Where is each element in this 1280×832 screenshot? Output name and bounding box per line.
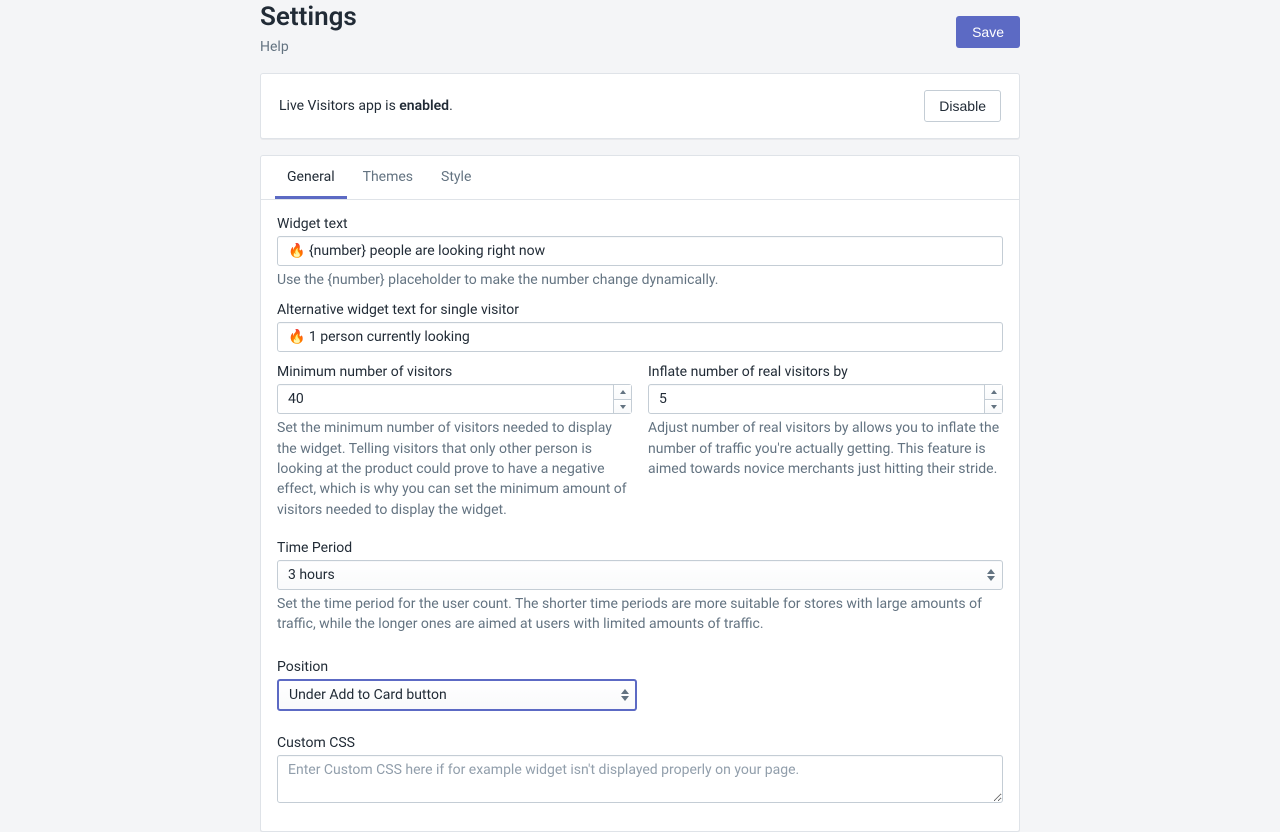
position-label: Position	[277, 659, 1003, 675]
alt-text-label: Alternative widget text for single visit…	[277, 302, 1003, 318]
position-select[interactable]: Under Add to Card button	[277, 679, 637, 711]
page-title: Settings	[260, 2, 357, 33]
tab-general[interactable]: General	[275, 156, 347, 199]
min-visitors-input[interactable]	[277, 384, 632, 414]
field-position: Position Under Add to Card button	[277, 659, 1003, 711]
inflate-input[interactable]	[648, 384, 1003, 414]
field-min-visitors: Minimum number of visitors Set the minim…	[277, 364, 632, 519]
inflate-label: Inflate number of real visitors by	[648, 364, 1003, 380]
app-status-text: Live Visitors app is enabled.	[279, 98, 453, 114]
disable-button[interactable]: Disable	[924, 90, 1001, 122]
min-visitors-down[interactable]	[614, 400, 631, 414]
help-link[interactable]: Help	[260, 39, 289, 55]
min-visitors-label: Minimum number of visitors	[277, 364, 632, 380]
field-custom-css: Custom CSS	[277, 735, 1003, 807]
time-period-help: Set the time period for the user count. …	[277, 594, 1003, 635]
custom-css-input[interactable]	[277, 755, 1003, 803]
inflate-up[interactable]	[985, 385, 1002, 400]
widget-text-help: Use the {number} placeholder to make the…	[277, 270, 1003, 290]
row-numbers: Minimum number of visitors Set the minim…	[277, 364, 1003, 527]
tabs: General Themes Style	[261, 156, 1019, 200]
save-button[interactable]: Save	[956, 16, 1020, 48]
status-card: Live Visitors app is enabled. Disable	[260, 73, 1020, 139]
status-suffix: .	[449, 98, 453, 114]
tab-themes[interactable]: Themes	[351, 156, 425, 199]
field-inflate: Inflate number of real visitors by Adjus…	[648, 364, 1003, 519]
time-period-label: Time Period	[277, 540, 1003, 556]
widget-text-label: Widget text	[277, 216, 1003, 232]
status-state: enabled	[399, 98, 449, 114]
settings-card: General Themes Style Widget text Use the…	[260, 155, 1020, 831]
min-visitors-up[interactable]	[614, 385, 631, 400]
tab-panel-general: Widget text Use the {number} placeholder…	[261, 200, 1019, 830]
inflate-down[interactable]	[985, 400, 1002, 414]
widget-text-input[interactable]	[277, 236, 1003, 266]
status-prefix: Live Visitors app is	[279, 98, 399, 114]
custom-css-label: Custom CSS	[277, 735, 1003, 751]
min-visitors-help: Set the minimum number of visitors neede…	[277, 418, 632, 519]
time-period-select[interactable]: 3 hours	[277, 560, 1003, 590]
alt-text-input[interactable]	[277, 322, 1003, 352]
field-widget-text: Widget text Use the {number} placeholder…	[277, 216, 1003, 290]
page-header: Settings Help Save	[260, 0, 1020, 55]
min-visitors-spinner	[613, 385, 631, 413]
inflate-help: Adjust number of real visitors by allows…	[648, 418, 1003, 479]
field-time-period: Time Period 3 hours Set the time period …	[277, 540, 1003, 635]
field-alt-text: Alternative widget text for single visit…	[277, 302, 1003, 352]
tab-style[interactable]: Style	[429, 156, 483, 199]
inflate-spinner	[984, 385, 1002, 413]
